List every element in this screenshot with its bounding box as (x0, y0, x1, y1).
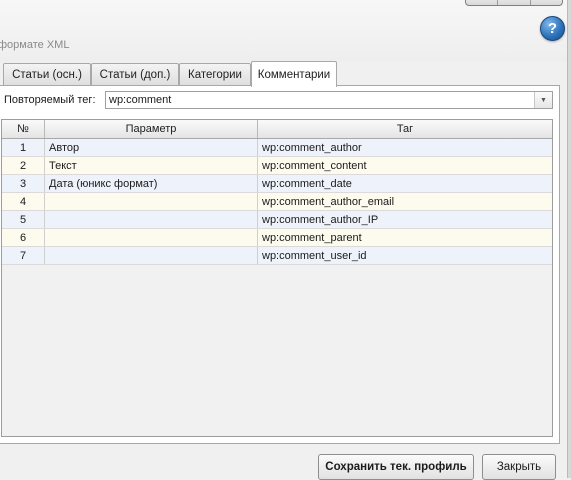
grid-header: № Параметр Таг (2, 120, 552, 139)
parameter-cell[interactable]: Текст (45, 157, 258, 174)
window-right-edge (567, 0, 571, 478)
tab-label: Статьи (осн.) (12, 68, 82, 81)
help-button[interactable]: ? (540, 16, 565, 41)
row-number-cell: 4 (2, 193, 45, 210)
tab-categories[interactable]: Категории (179, 63, 251, 85)
tab-articles-extra[interactable]: Статьи (доп.) (91, 63, 179, 85)
column-header-tag[interactable]: Таг (258, 120, 552, 138)
repeat-tag-combobox[interactable]: wp:comment ▼ (105, 91, 553, 109)
table-row[interactable]: 6 wp:comment_parent (2, 229, 552, 247)
tag-cell[interactable]: wp:comment_date (258, 175, 552, 192)
close-button[interactable]: Закрыть (482, 454, 556, 480)
table-row[interactable]: 2 Текст wp:comment_content (2, 157, 552, 175)
column-header-parameter[interactable]: Параметр (45, 120, 258, 138)
parameter-cell[interactable] (45, 247, 258, 264)
parameter-cell[interactable] (45, 229, 258, 246)
table-row[interactable]: 4 wp:comment_author_email (2, 193, 552, 211)
row-number-cell: 7 (2, 247, 45, 264)
tab-label: Категории (188, 68, 242, 81)
repeat-tag-value: wp:comment (109, 94, 172, 106)
table-row[interactable]: 3 Дата (юникс формат) wp:comment_date (2, 175, 552, 193)
row-number-cell: 5 (2, 211, 45, 228)
row-number-cell: 3 (2, 175, 45, 192)
tag-cell[interactable]: wp:comment_parent (258, 229, 552, 246)
mapping-grid[interactable]: № Параметр Таг 1 Автор wp:comment_author 2 Т… (1, 119, 553, 437)
row-number-cell: 1 (2, 139, 45, 156)
table-row[interactable]: 1 Автор wp:comment_author (2, 139, 552, 157)
parameter-cell[interactable] (45, 211, 258, 228)
window-subtitle: формате XML (0, 39, 70, 51)
row-number-cell: 6 (2, 229, 45, 246)
tag-cell[interactable]: wp:comment_author_email (258, 193, 552, 210)
row-number-cell: 2 (2, 157, 45, 174)
minimize-button[interactable] (466, 0, 499, 5)
tab-bar: Статьи (осн.) Статьи (доп.) Категории Ко… (0, 61, 571, 87)
tab-articles-main[interactable]: Статьи (осн.) (3, 63, 91, 85)
tag-cell[interactable]: wp:comment_user_id (258, 247, 552, 264)
parameter-cell[interactable]: Дата (юникс формат) (45, 175, 258, 192)
tab-label: Статьи (доп.) (99, 68, 171, 81)
repeat-tag-label: Повторяемый тег: (4, 94, 96, 106)
tag-cell[interactable]: wp:comment_author_IP (258, 211, 552, 228)
parameter-cell[interactable]: Автор (45, 139, 258, 156)
question-icon: ? (547, 20, 558, 37)
tab-label: Комментарии (257, 68, 331, 81)
table-row[interactable]: 5 wp:comment_author_IP (2, 211, 552, 229)
tag-cell[interactable]: wp:comment_author (258, 139, 552, 156)
column-header-number[interactable]: № (2, 120, 45, 138)
title-area (0, 0, 571, 62)
close-window-button[interactable] (531, 0, 562, 5)
window-controls (465, 0, 563, 6)
maximize-button[interactable] (498, 0, 531, 5)
parameter-cell[interactable] (45, 193, 258, 210)
table-row[interactable]: 7 wp:comment_user_id (2, 247, 552, 265)
tab-comments[interactable]: Комментарии (251, 61, 337, 87)
chevron-down-icon[interactable]: ▼ (534, 92, 552, 108)
save-profile-button[interactable]: Сохранить тек. профиль (318, 454, 474, 480)
tag-cell[interactable]: wp:comment_content (258, 157, 552, 174)
